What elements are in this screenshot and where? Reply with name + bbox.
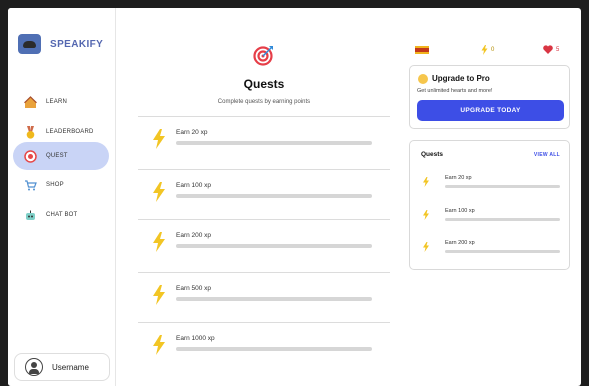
side-quest-item[interactable]: Earn 200 xp — [421, 240, 561, 256]
sidebar-item-label: CHAT BOT — [46, 212, 78, 218]
lightning-icon — [153, 285, 165, 305]
quest-progress-bar — [176, 347, 372, 351]
target-arrow-icon — [253, 45, 274, 66]
lightning-icon — [423, 210, 429, 220]
quest-progress-bar — [176, 297, 372, 301]
quest-item[interactable]: Earn 20 xp — [138, 116, 390, 170]
medal-icon — [24, 125, 37, 139]
lightning-icon — [423, 177, 429, 187]
side-quest-item[interactable]: Earn 20 xp — [421, 175, 561, 191]
upgrade-title: Upgrade to Pro — [432, 74, 490, 83]
brand[interactable]: SPEAKIFY — [18, 34, 103, 54]
quest-progress-bar — [176, 141, 372, 145]
sidebar-item-label: LEADERBOARD — [46, 129, 94, 135]
quest-label: Earn 500 xp — [176, 285, 212, 292]
lightning-icon — [423, 242, 429, 252]
side-quest-label: Earn 100 xp — [445, 208, 475, 214]
quest-label: Earn 20 xp — [176, 129, 208, 136]
brand-name: SPEAKIFY — [50, 38, 104, 50]
quest-item[interactable]: Earn 1000 xp — [138, 322, 390, 376]
xp-count: 0 — [491, 47, 495, 53]
view-all-link[interactable]: VIEW ALL — [534, 152, 560, 158]
quest-label: Earn 1000 xp — [176, 335, 215, 342]
sidebar: SPEAKIFY LEARN LEADERBOARD QUEST SHOP CH… — [8, 8, 116, 386]
sidebar-item-label: QUEST — [46, 153, 68, 159]
app-window: SPEAKIFY LEARN LEADERBOARD QUEST SHOP CH… — [8, 8, 581, 386]
cart-icon — [24, 179, 37, 192]
sidebar-item-chat-bot[interactable]: CHAT BOT — [13, 201, 109, 229]
quest-item[interactable]: Earn 100 xp — [138, 169, 390, 223]
quest-label: Earn 100 xp — [176, 182, 212, 189]
side-quest-progress-bar — [445, 185, 560, 188]
lightning-icon — [153, 129, 165, 149]
sidebar-item-shop[interactable]: SHOP — [13, 171, 109, 199]
hearts-count: 5 — [556, 46, 560, 53]
smiley-icon — [418, 74, 428, 84]
user-profile-button[interactable]: Username — [14, 353, 110, 381]
heart-icon — [543, 45, 553, 54]
lightning-icon — [153, 232, 165, 252]
username: Username — [52, 362, 89, 372]
upgrade-button[interactable]: UPGRADE TODAY — [417, 100, 564, 121]
side-quest-label: Earn 200 xp — [445, 240, 475, 246]
sidebar-item-quest[interactable]: QUEST — [13, 142, 109, 170]
spain-flag-icon[interactable] — [415, 46, 429, 54]
xp-stat[interactable]: 0 — [481, 45, 494, 55]
side-quest-label: Earn 20 xp — [445, 175, 472, 181]
robot-icon — [24, 209, 37, 222]
user-avatar-icon — [25, 358, 43, 376]
right-panel: 0 5 Upgrade to Pro Get unlimited hearts … — [409, 8, 571, 386]
side-quest-progress-bar — [445, 218, 560, 221]
logo-icon — [18, 34, 41, 54]
home-icon — [24, 95, 37, 109]
hearts-stat[interactable]: 5 — [543, 45, 559, 54]
quest-progress-bar — [176, 194, 372, 198]
target-icon — [24, 149, 37, 163]
lightning-icon — [153, 335, 165, 355]
quest-item[interactable]: Earn 500 xp — [138, 272, 390, 326]
page-subtitle: Complete quests by earning points — [217, 99, 311, 105]
upgrade-subtitle: Get unlimited hearts and more! — [417, 88, 493, 94]
side-quests-card: Quests VIEW ALL Earn 20 xp Earn 100 xp E… — [409, 140, 570, 270]
side-quest-progress-bar — [445, 250, 560, 253]
page-title: Quests — [243, 77, 285, 91]
side-quest-item[interactable]: Earn 100 xp — [421, 208, 561, 224]
user-stats: 0 5 — [409, 45, 571, 59]
lightning-icon — [481, 45, 488, 55]
quest-item[interactable]: Earn 200 xp — [138, 219, 390, 273]
sidebar-item-label: SHOP — [46, 182, 64, 188]
quests-main: Quests Complete quests by earning points… — [138, 8, 390, 386]
quest-progress-bar — [176, 244, 372, 248]
quest-label: Earn 200 xp — [176, 232, 212, 239]
sidebar-item-label: LEARN — [46, 99, 68, 105]
sidebar-item-learn[interactable]: LEARN — [13, 88, 109, 116]
upgrade-card: Upgrade to Pro Get unlimited hearts and … — [409, 65, 570, 129]
lightning-icon — [153, 182, 165, 202]
side-quests-title: Quests — [421, 151, 444, 158]
